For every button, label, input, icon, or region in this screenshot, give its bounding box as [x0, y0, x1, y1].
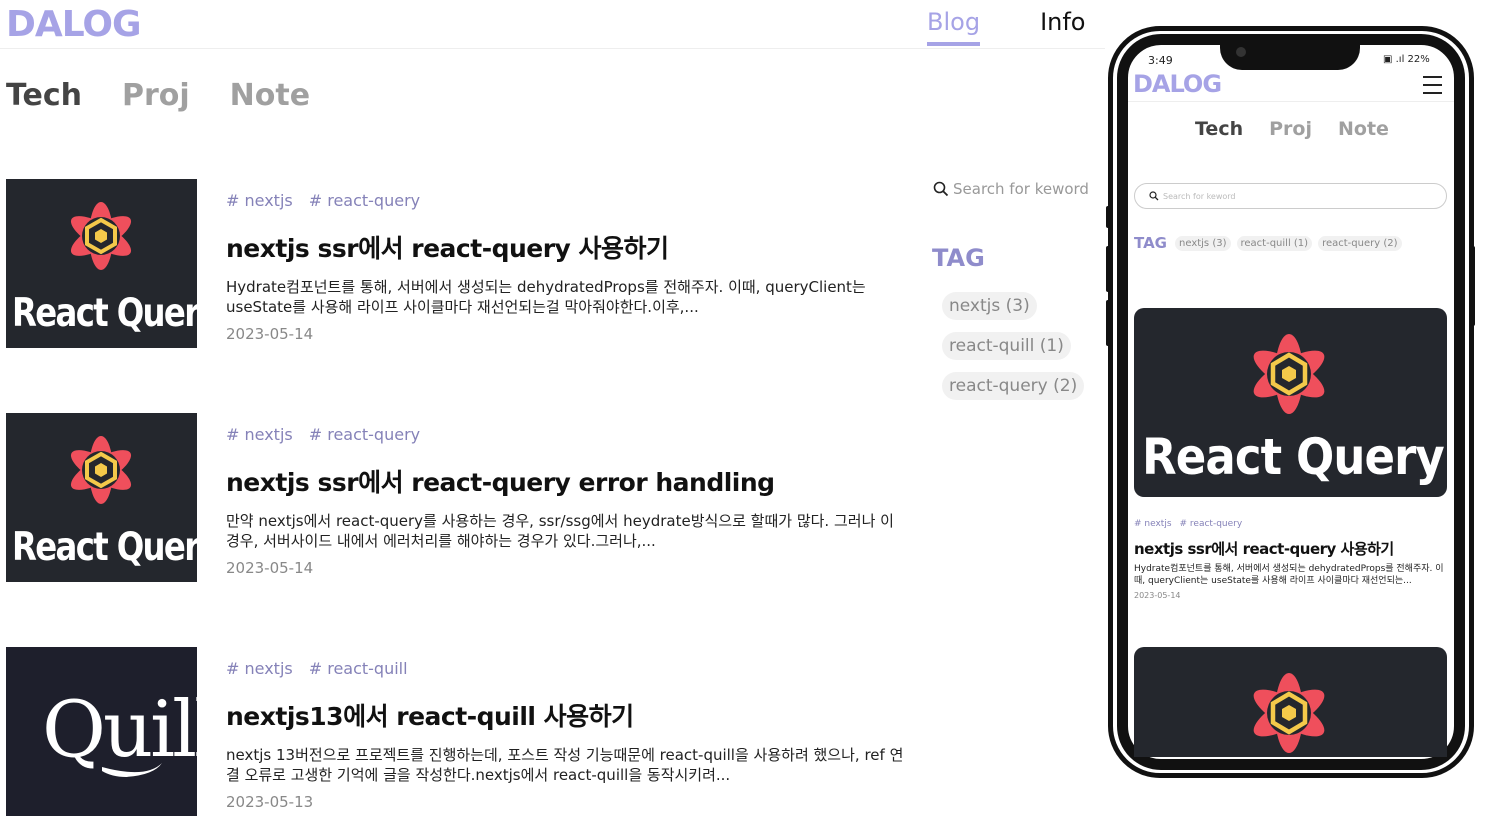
- site-logo[interactable]: DALOG: [6, 4, 142, 45]
- search-box[interactable]: Search for keword: [933, 180, 1089, 198]
- mobile-logo[interactable]: DALOG: [1133, 70, 1222, 98]
- mobile-tag-pill[interactable]: react-query (2): [1318, 235, 1402, 251]
- camera-icon: [1236, 47, 1246, 57]
- post-excerpt: 만약 nextjs에서 react-query를 사용하는 경우, ssr/ss…: [226, 512, 894, 550]
- post-tags: # nextjs # react-query: [226, 425, 906, 447]
- post-date: 2023-05-14: [226, 559, 314, 577]
- mobile-post-thumbnail[interactable]: React Query: [1134, 308, 1447, 497]
- thumbnail-text: React Query: [12, 291, 197, 336]
- tag-heading: TAG: [932, 244, 985, 272]
- post-tag[interactable]: # react-query: [309, 191, 420, 213]
- tag-pill[interactable]: nextjs (3): [942, 292, 1037, 320]
- post-info: # nextjs # react-quill nextjs13에서 react-…: [226, 647, 906, 811]
- tab-proj[interactable]: Proj: [122, 78, 190, 113]
- phone-side-button: [1106, 300, 1110, 346]
- post-excerpt: Hydrate컴포넌트를 통해, 서버에서 생성되는 dehydratedPro…: [226, 278, 866, 316]
- phone-side-button: [1106, 246, 1110, 292]
- post-title[interactable]: nextjs ssr에서 react-query 사용하기: [226, 229, 906, 265]
- post-title[interactable]: nextjs ssr에서 react-query error handling: [226, 463, 906, 499]
- tag-pill[interactable]: react-query (2): [942, 372, 1085, 400]
- tag-pill[interactable]: react-quill (1): [942, 332, 1071, 360]
- mobile-post-excerpt: Hydrate컴포넌트를 통해, 서버에서 생성되는 dehydratedPro…: [1134, 564, 1444, 586]
- tag-list: nextjs (3) react-quill (1) react-query (…: [942, 292, 1085, 400]
- category-tabs: Tech Proj Note: [6, 78, 310, 113]
- mobile-tab-proj[interactable]: Proj: [1269, 118, 1312, 140]
- header-divider: [0, 48, 1105, 49]
- post-tags: # nextjs # react-quill: [226, 659, 906, 681]
- top-nav: Blog Info: [927, 8, 1085, 46]
- post-thumbnail[interactable]: Quill: [6, 647, 197, 816]
- search-icon: [933, 181, 949, 197]
- thumbnail-text: React Query: [12, 525, 197, 570]
- status-battery: ▣ .ıl 22%: [1383, 54, 1430, 65]
- post-card[interactable]: Quill # nextjs # react-quill nextjs13에서 …: [6, 647, 906, 817]
- post-date: 2023-05-14: [226, 325, 314, 343]
- react-query-logo-icon: [1253, 673, 1325, 753]
- post-thumbnail[interactable]: React Query: [6, 413, 197, 582]
- post-tags: # nextjs # react-query: [226, 191, 906, 213]
- mobile-post-tag[interactable]: # react-query: [1180, 519, 1243, 529]
- mobile-post-title[interactable]: nextjs ssr에서 react-query 사용하기: [1134, 538, 1394, 559]
- mobile-post-tag[interactable]: # nextjs: [1134, 519, 1172, 529]
- post-tag[interactable]: # react-quill: [309, 659, 408, 681]
- tab-note[interactable]: Note: [230, 78, 310, 113]
- post-card[interactable]: React Query # nextjs # react-query nextj…: [6, 179, 906, 349]
- mobile-thumbnail-text: React Query: [1142, 428, 1445, 486]
- phone-side-button: [1106, 206, 1110, 228]
- post-date: 2023-05-13: [226, 793, 314, 811]
- nav-info[interactable]: Info: [1040, 8, 1085, 46]
- hamburger-menu-icon[interactable]: [1423, 76, 1442, 100]
- tab-tech[interactable]: Tech: [6, 78, 82, 113]
- mobile-tag-pill[interactable]: react-quill (1): [1236, 235, 1313, 251]
- mobile-post-thumbnail[interactable]: [1134, 647, 1447, 757]
- mobile-category-tabs: Tech Proj Note: [1195, 118, 1389, 140]
- mobile-header-divider: [1128, 101, 1454, 102]
- post-tag[interactable]: # nextjs: [226, 659, 293, 681]
- nav-blog[interactable]: Blog: [927, 8, 981, 46]
- status-time: 3:49: [1148, 54, 1173, 67]
- post-info: # nextjs # react-query nextjs ssr에서 reac…: [226, 413, 906, 577]
- quill-swash-icon: [102, 763, 162, 777]
- mobile-post-date: 2023-05-14: [1134, 591, 1181, 600]
- post-card[interactable]: React Query # nextjs # react-query nextj…: [6, 413, 906, 583]
- mobile-tag-pill[interactable]: nextjs (3): [1175, 235, 1231, 251]
- post-thumbnail[interactable]: React Query: [6, 179, 197, 348]
- post-excerpt: nextjs 13버전으로 프로젝트를 진행하는데, 포스트 작성 기능때문에 …: [226, 746, 904, 784]
- mobile-tag-heading: TAG: [1134, 234, 1167, 252]
- post-tag[interactable]: # nextjs: [226, 425, 293, 447]
- mobile-tab-note[interactable]: Note: [1338, 118, 1389, 140]
- mobile-search-input[interactable]: Search for keword: [1134, 183, 1447, 209]
- mobile-tab-tech[interactable]: Tech: [1195, 118, 1243, 140]
- mobile-search-placeholder: Search for keword: [1163, 191, 1236, 201]
- post-tag[interactable]: # nextjs: [226, 191, 293, 213]
- mobile-tag-row: TAG nextjs (3) react-quill (1) react-que…: [1134, 234, 1402, 252]
- search-icon: [1149, 191, 1159, 201]
- search-input[interactable]: Search for keword: [953, 180, 1089, 198]
- post-title[interactable]: nextjs13에서 react-quill 사용하기: [226, 697, 906, 733]
- post-info: # nextjs # react-query nextjs ssr에서 reac…: [226, 179, 906, 343]
- mobile-post-tags: # nextjs # react-query: [1134, 519, 1242, 529]
- post-tag[interactable]: # react-query: [309, 425, 420, 447]
- phone-side-button: [1471, 246, 1475, 326]
